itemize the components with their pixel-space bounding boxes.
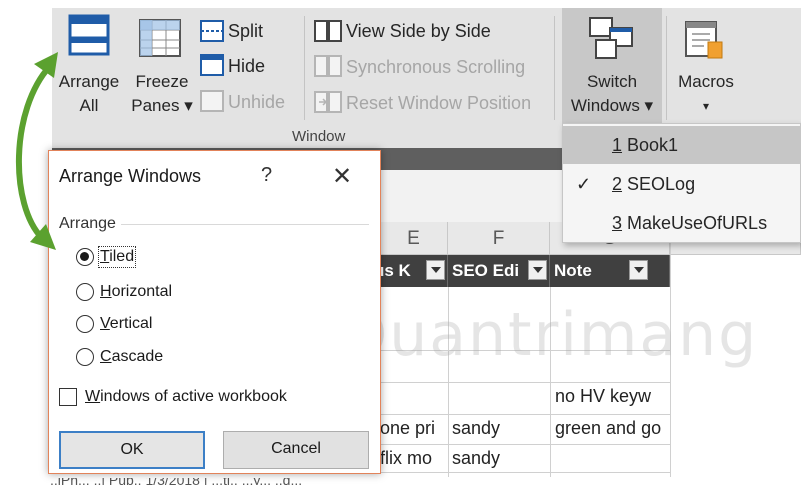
- annotation-arrow-icon: [15, 52, 58, 250]
